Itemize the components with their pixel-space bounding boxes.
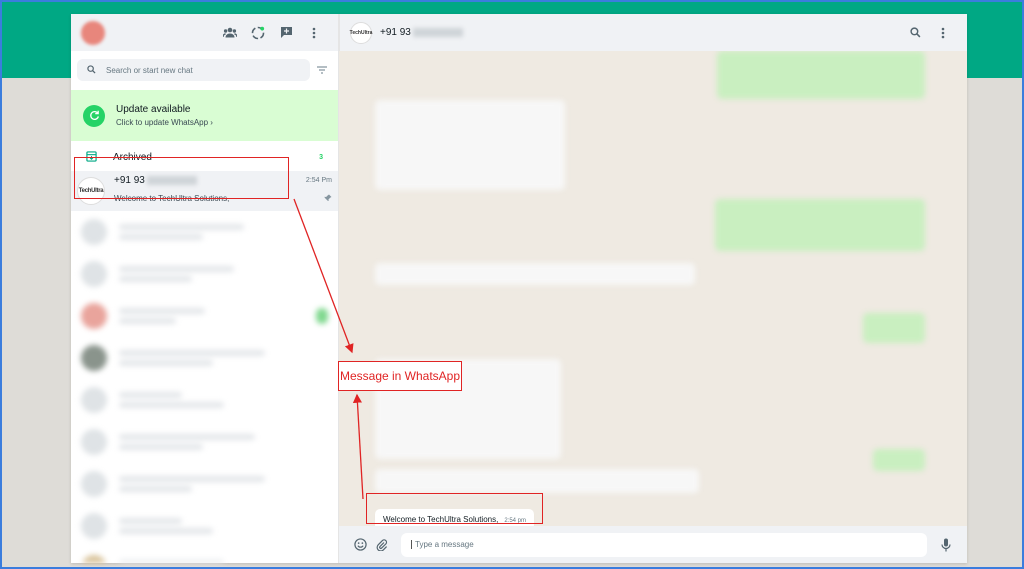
pin-icon [324,189,332,207]
annotation-label: Message in WhatsApp [338,361,462,391]
filter-icon[interactable] [312,66,332,74]
attach-icon[interactable] [371,538,393,551]
blurred-message [863,313,925,343]
microphone-icon[interactable] [935,538,957,552]
left-header [71,14,338,51]
chat-list-panel: Update available Click to update WhatsAp… [71,14,339,563]
conversation-panel: TechUltra +91 93 Welcome to TechUltra So… [339,14,967,563]
status-icon[interactable] [244,19,272,47]
message-area: Welcome to TechUltra Solutions, 2:54 pm [339,51,967,526]
avatar-logo-text: TechUltra [349,29,373,36]
search-box[interactable] [77,59,310,81]
search-input[interactable] [106,65,286,75]
blurred-message [375,469,699,493]
update-banner[interactable]: Update available Click to update WhatsAp… [71,90,338,141]
contact-name-text: +91 93 [380,27,411,38]
message-highlight [366,493,543,524]
update-text: Update available Click to update WhatsAp… [116,104,213,127]
conversation-header[interactable]: TechUltra +91 93 [339,14,967,51]
new-chat-icon[interactable] [272,19,300,47]
search-icon[interactable] [901,19,929,47]
blurred-message [715,199,925,251]
contact-avatar[interactable]: TechUltra [349,21,373,44]
blurred-message [717,51,925,99]
screenshot-frame: Update available Click to update WhatsAp… [0,0,1024,569]
message-input[interactable] [411,540,917,549]
profile-avatar[interactable] [81,20,105,45]
menu-icon[interactable] [300,19,328,47]
communities-icon[interactable] [216,19,244,47]
refresh-icon [83,104,105,127]
emoji-icon[interactable] [349,538,371,551]
archived-count: 3 [319,154,323,161]
search-icon [87,61,96,79]
menu-icon[interactable] [929,19,957,47]
redacted-number [412,28,463,37]
message-composer [339,526,967,563]
update-title: Update available [116,104,191,115]
contact-name[interactable]: +91 93 [380,27,463,38]
search-row [71,56,338,84]
chat-time: 2:54 Pm [305,177,332,184]
whatsapp-web-window: Update available Click to update WhatsAp… [71,14,967,563]
blurred-chat-list [71,211,338,563]
chat-item-highlight [74,157,289,199]
blurred-message [375,100,565,190]
update-subtitle: Click to update WhatsApp › [116,118,213,127]
blurred-message [375,263,695,285]
message-input-box[interactable] [401,532,927,557]
blurred-message [873,449,925,471]
